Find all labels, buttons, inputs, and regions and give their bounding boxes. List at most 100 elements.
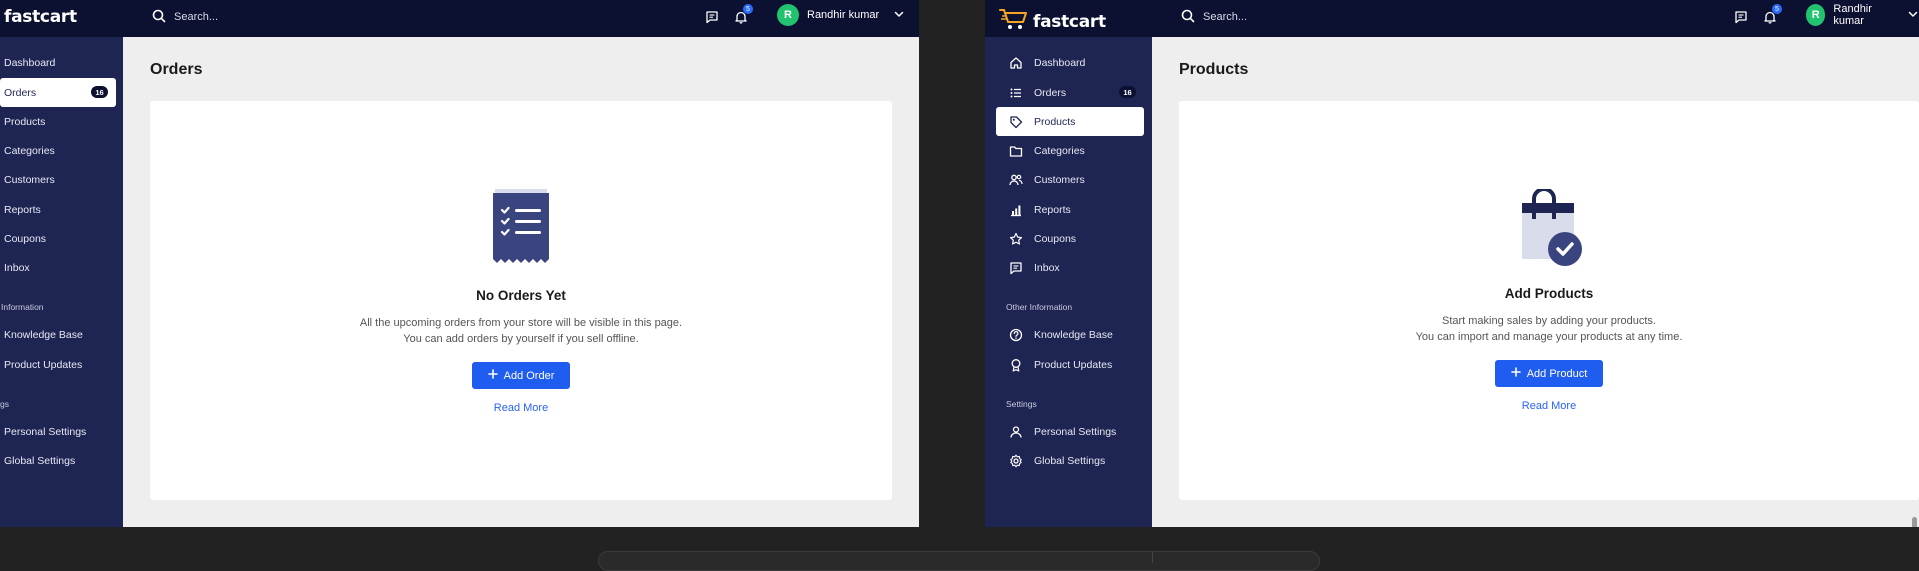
sidebar-item-inbox[interactable]: Inbox [0,253,116,282]
plus-icon [1510,367,1521,380]
section-label-settings: gs [0,399,9,409]
orders-count-badge: 16 [91,86,108,98]
sidebar-item-label: Knowledge Base [4,328,83,341]
read-more-link[interactable]: Read More [494,402,548,414]
page-title: Products [1179,61,1249,78]
orders-count-badge: 16 [1119,86,1136,98]
search-box[interactable]: Search... [152,7,218,27]
empty-state-description: All the upcoming orders from your store … [360,315,682,347]
sidebar-item-personal-settings[interactable]: Personal Settings [996,417,1144,446]
tag-icon [1008,114,1024,130]
sidebar-item-label: Customers [1034,173,1085,186]
sidebar-item-customers[interactable]: Customers [0,165,116,194]
gear-icon [1008,453,1024,469]
add-product-button[interactable]: Add Product [1494,360,1604,387]
sidebar-item-reports[interactable]: Reports [0,195,116,224]
sidebar-item-label: Coupons [1034,232,1077,245]
chevron-down-icon [1907,8,1919,23]
bell-icon[interactable]: 5 [731,4,753,27]
sidebar-item-coupons[interactable]: Coupons [0,224,116,253]
sidebar-item-product-updates[interactable]: Product Updates [996,350,1144,379]
add-order-button[interactable]: Add Order [471,362,571,389]
notification-badge: 5 [1772,4,1782,14]
empty-state-title: Add Products [1504,286,1594,301]
top-bar: fastcart Search... 5 R Randhir kumar [0,0,919,37]
sidebar-item-label: Coupons [4,232,47,245]
read-more-link[interactable]: Read More [1522,400,1576,412]
help-circle-icon [1008,327,1024,343]
sidebar-item-reports[interactable]: Reports [996,195,1144,224]
sidebar-item-orders[interactable]: Orders 16 [0,78,116,107]
sidebar-item-customers[interactable]: Customers [996,165,1144,194]
empty-state-description: Start making sales by adding your produc… [1416,313,1683,345]
sidebar-item-products[interactable]: Products [0,107,116,136]
home-icon [1008,55,1024,71]
message-icon [1008,260,1024,276]
description-line: You can import and manage your products … [1415,331,1683,343]
search-box[interactable]: Search... [1181,7,1247,27]
bell-icon[interactable]: 5 [1760,4,1782,27]
sidebar-item-label: Categories [1034,144,1085,157]
sidebar-item-label: Global Settings [4,454,76,467]
plus-icon [487,369,498,382]
sidebar-item-categories[interactable]: Categories [0,136,116,165]
sidebar-item-global-settings[interactable]: Global Settings [996,446,1144,475]
taskbar-divider [1152,551,1153,563]
sidebar-item-coupons[interactable]: Coupons [996,224,1144,253]
sidebar-item-product-updates[interactable]: Product Updates [0,350,116,379]
sidebar-item-dashboard[interactable]: Dashboard [0,48,116,77]
user-icon [1008,424,1024,440]
sidebar-item-label: Dashboard [4,56,56,69]
bar-chart-icon [1008,202,1024,218]
empty-state-card: Add Products Start making sales by addin… [1179,101,1919,500]
section-label-other-information: Other Information [1006,302,1073,312]
left-app-window: fastcart Search... 5 R Randhir kumar Das… [0,0,919,527]
brand-name: fastcart [1033,11,1106,32]
brand-logo[interactable]: fastcart [4,7,77,27]
sidebar-item-label: Knowledge Base [1034,328,1113,341]
search-icon [152,9,166,26]
receipt-illustration-icon [491,189,551,270]
sidebar-item-categories[interactable]: Categories [996,136,1144,165]
sidebar-item-knowledge-base[interactable]: Knowledge Base [996,320,1144,349]
messages-icon[interactable] [1731,7,1751,27]
sidebar-item-global-settings[interactable]: Global Settings [0,446,116,475]
sidebar-item-dashboard[interactable]: Dashboard [996,48,1144,77]
main-content: Products Add Products Start making sales… [1152,37,1919,527]
vertical-scrollbar[interactable] [1912,517,1917,527]
empty-state: Add Products Start making sales by addin… [1179,187,1919,412]
sidebar-item-label: Global Settings [1034,454,1106,467]
brand-logo[interactable]: fastcart [999,7,1106,36]
sidebar-item-orders[interactable]: Orders 16 [996,78,1144,107]
sidebar-item-label: Inbox [1034,261,1060,274]
user-menu[interactable]: R Randhir kumar [777,4,905,26]
description-line: All the upcoming orders from your store … [359,317,683,329]
messages-icon[interactable] [702,7,722,27]
sidebar-item-label: Personal Settings [1034,425,1117,438]
section-label-settings: Settings [1006,399,1037,409]
sidebar-item-inbox[interactable]: Inbox [996,253,1144,282]
button-label: Add Product [1526,367,1588,380]
sidebar-item-label: Inbox [4,261,30,274]
sidebar: Dashboard Orders 16 Products Categories C… [0,37,123,527]
sidebar-item-label: Categories [4,144,55,157]
avatar: R [777,4,799,26]
sidebar-item-label: Orders [1034,86,1067,99]
user-name: Randhir kumar [807,9,880,21]
user-name: Randhir kumar [1833,3,1872,27]
avatar: R [1806,4,1826,26]
sidebar-item-products[interactable]: Products [996,107,1144,136]
search-icon [1181,9,1195,26]
empty-state-card: No Orders Yet All the upcoming orders fr… [150,101,892,500]
cart-logo-icon [999,7,1029,36]
users-icon [1008,172,1024,188]
sidebar-item-label: Product Updates [4,358,83,371]
page-title: Orders [150,61,203,78]
sidebar-item-knowledge-base[interactable]: Knowledge Base [0,320,116,349]
chevron-down-icon [893,8,905,23]
star-icon [1008,231,1024,247]
description-line: Start making sales by adding your produc… [1441,315,1656,327]
notification-badge: 5 [743,4,753,14]
user-menu[interactable]: R Randhir kumar [1806,3,1919,27]
sidebar-item-personal-settings[interactable]: Personal Settings [0,417,116,446]
